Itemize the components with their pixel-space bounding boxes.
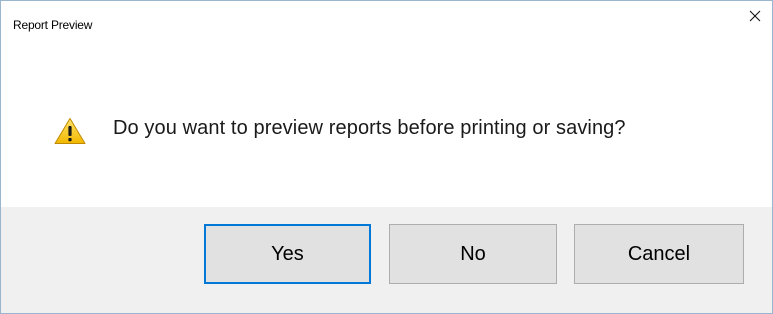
window-title: Report Preview — [13, 18, 93, 32]
no-button[interactable]: No — [389, 224, 557, 284]
warning-icon — [54, 118, 86, 144]
prompt-message: Do you want to preview reports before pr… — [113, 117, 626, 139]
button-bar: Yes No Cancel — [1, 207, 772, 313]
message-area: Do you want to preview reports before pr… — [1, 43, 772, 207]
cancel-button[interactable]: Cancel — [574, 224, 744, 284]
title-bar: Report Preview — [1, 1, 772, 43]
report-preview-dialog: Report Preview Do you want to preview re… — [0, 0, 773, 314]
close-icon — [749, 10, 761, 22]
yes-button[interactable]: Yes — [204, 224, 371, 284]
close-button[interactable] — [738, 1, 772, 31]
